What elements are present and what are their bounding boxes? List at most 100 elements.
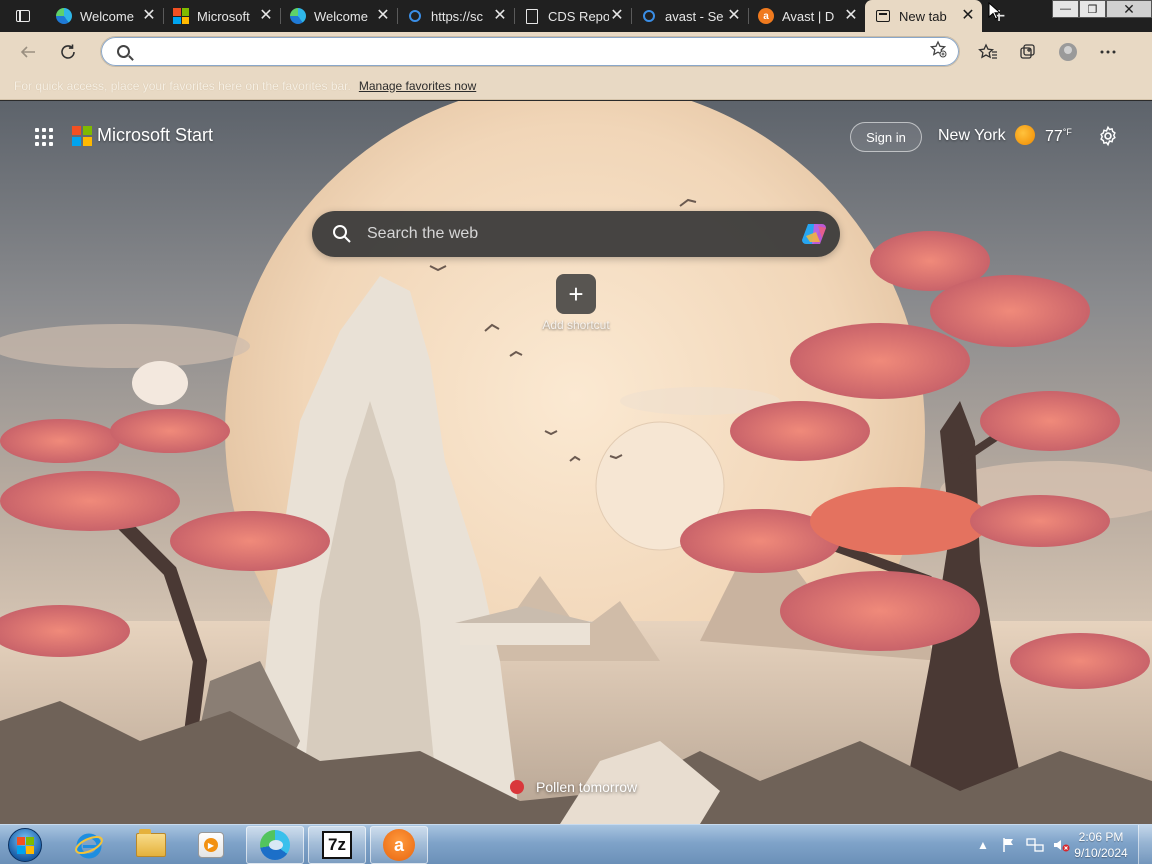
- more-icon: [1100, 50, 1116, 54]
- background-image: [0, 101, 1152, 824]
- close-icon[interactable]: ✕: [141, 8, 157, 24]
- weather-city[interactable]: New York: [938, 127, 1006, 145]
- tab-title: https://sc: [431, 8, 484, 24]
- refresh-button[interactable]: [48, 36, 88, 68]
- settings-more-button[interactable]: [1088, 36, 1128, 68]
- close-icon[interactable]: ✕: [960, 8, 976, 24]
- pollen-label: Pollen tomorrow: [536, 779, 638, 795]
- brand-title[interactable]: Microsoft Start: [97, 125, 213, 146]
- search-icon: [407, 8, 423, 24]
- tab-title: CDS Repo: [548, 8, 609, 24]
- tab-url[interactable]: https://sc ✕: [397, 0, 514, 32]
- tab-new-tab[interactable]: New tab ✕: [865, 0, 982, 32]
- pollen-alert-icon: [510, 780, 524, 794]
- tab-welcome-1[interactable]: Welcome ✕: [46, 0, 163, 32]
- back-button[interactable]: [8, 36, 48, 68]
- document-icon: [524, 8, 540, 24]
- close-icon[interactable]: ✕: [375, 8, 391, 24]
- edge-icon: [260, 830, 290, 860]
- close-icon[interactable]: ✕: [492, 8, 508, 24]
- close-icon[interactable]: ✕: [726, 8, 742, 24]
- tab-cds-report[interactable]: CDS Repo ✕: [514, 0, 631, 32]
- search-icon: [641, 8, 657, 24]
- clock-date: 9/10/2024: [1074, 846, 1128, 860]
- network-icon[interactable]: [1024, 834, 1046, 856]
- collections-button[interactable]: [1008, 36, 1048, 68]
- folder-icon: [136, 829, 166, 857]
- add-favorite-icon[interactable]: [929, 40, 947, 63]
- media-player-icon: ▶: [198, 832, 224, 858]
- add-shortcut-label: Add shortcut: [542, 318, 610, 332]
- new-tab-icon: [875, 8, 891, 24]
- new-tab-page: Microsoft Start Sign in New York 77°F + …: [0, 101, 1152, 824]
- address-bar[interactable]: [100, 36, 960, 67]
- tab-title: Microsoft: [197, 8, 250, 24]
- start-header: Microsoft Start Sign in New York 77°F: [0, 101, 1152, 171]
- tab-title: Welcome: [80, 8, 134, 24]
- close-icon[interactable]: ✕: [843, 8, 859, 24]
- apps-launcher-icon[interactable]: [35, 128, 53, 146]
- manage-favorites-link[interactable]: Manage favorites now: [359, 79, 476, 93]
- tab-avast[interactable]: a Avast | D ✕: [748, 0, 865, 32]
- show-desktop-button[interactable]: [1138, 825, 1152, 864]
- edge-icon: [56, 8, 72, 24]
- taskbar-file-explorer[interactable]: [122, 826, 180, 864]
- show-hidden-icons-icon[interactable]: ▲: [972, 834, 994, 856]
- web-search-input[interactable]: [367, 225, 800, 243]
- taskbar-avast[interactable]: a: [370, 826, 428, 864]
- restore-button[interactable]: ❐: [1079, 0, 1106, 18]
- copilot-icon[interactable]: [800, 220, 830, 248]
- taskbar-edge[interactable]: [246, 826, 304, 864]
- taskbar-media-player[interactable]: ▶: [182, 826, 240, 864]
- refresh-icon: [61, 44, 75, 59]
- microsoft-logo-icon: [72, 126, 92, 146]
- tab-microsoft[interactable]: Microsoft ✕: [163, 0, 280, 32]
- collections-icon: [1020, 44, 1035, 59]
- search-icon: [117, 45, 130, 58]
- browser-toolbar: [0, 32, 1152, 72]
- profile-avatar-icon: [1059, 43, 1077, 61]
- taskbar-7zip[interactable]: 7z: [308, 826, 366, 864]
- close-icon[interactable]: ✕: [258, 8, 274, 24]
- close-icon[interactable]: ✕: [609, 8, 625, 24]
- favorites-bar: For quick access, place your favorites h…: [0, 72, 1152, 100]
- tab-actions-button[interactable]: [0, 0, 46, 32]
- 7zip-icon: 7z: [322, 831, 352, 859]
- tab-title: Welcome: [314, 8, 368, 24]
- window-close-button[interactable]: ✕: [1106, 0, 1152, 18]
- gear-icon[interactable]: [1097, 125, 1119, 147]
- tab-title: avast - Se: [665, 8, 724, 24]
- taskbar: ▶ 7z a ▲ 2:06 PM 9/10/2024: [0, 824, 1152, 864]
- edge-icon: [290, 8, 306, 24]
- window-controls: — ❐ ✕: [1052, 0, 1152, 20]
- system-tray: ▲: [970, 825, 1074, 864]
- tab-actions-icon: [16, 10, 30, 22]
- sign-in-button[interactable]: Sign in: [850, 122, 922, 152]
- address-input[interactable]: [142, 43, 929, 60]
- favorites-button[interactable]: [968, 36, 1008, 68]
- tab-strip: Welcome ✕ Microsoft ✕ Welcome ✕ https://…: [0, 0, 1152, 32]
- favorites-bar-message: For quick access, place your favorites h…: [14, 78, 351, 93]
- taskbar-clock[interactable]: 2:06 PM 9/10/2024: [1066, 829, 1136, 861]
- microsoft-logo-icon: [173, 8, 189, 24]
- weather-temperature[interactable]: 77°F: [1045, 127, 1072, 146]
- avast-icon: a: [383, 829, 415, 861]
- search-icon: [333, 225, 351, 243]
- add-shortcut-button[interactable]: +: [556, 274, 596, 314]
- tab-title: Avast | D: [782, 8, 835, 24]
- web-search-box[interactable]: [312, 211, 840, 257]
- windows-logo-icon: [8, 828, 42, 862]
- minimize-button[interactable]: —: [1052, 0, 1079, 18]
- tab-welcome-2[interactable]: Welcome ✕: [280, 0, 397, 32]
- tab-title: New tab: [899, 8, 947, 24]
- sunny-weather-icon[interactable]: [1015, 125, 1035, 145]
- start-button[interactable]: [4, 826, 46, 864]
- taskbar-internet-explorer[interactable]: [60, 826, 118, 864]
- avast-icon: a: [758, 8, 774, 24]
- arrow-left-icon: [20, 46, 35, 58]
- tab-avast-search[interactable]: avast - Se ✕: [631, 0, 748, 32]
- pollen-forecast[interactable]: Pollen tomorrow: [510, 779, 637, 795]
- profile-button[interactable]: [1048, 36, 1088, 68]
- action-center-flag-icon[interactable]: [998, 834, 1020, 856]
- internet-explorer-icon: [75, 833, 103, 859]
